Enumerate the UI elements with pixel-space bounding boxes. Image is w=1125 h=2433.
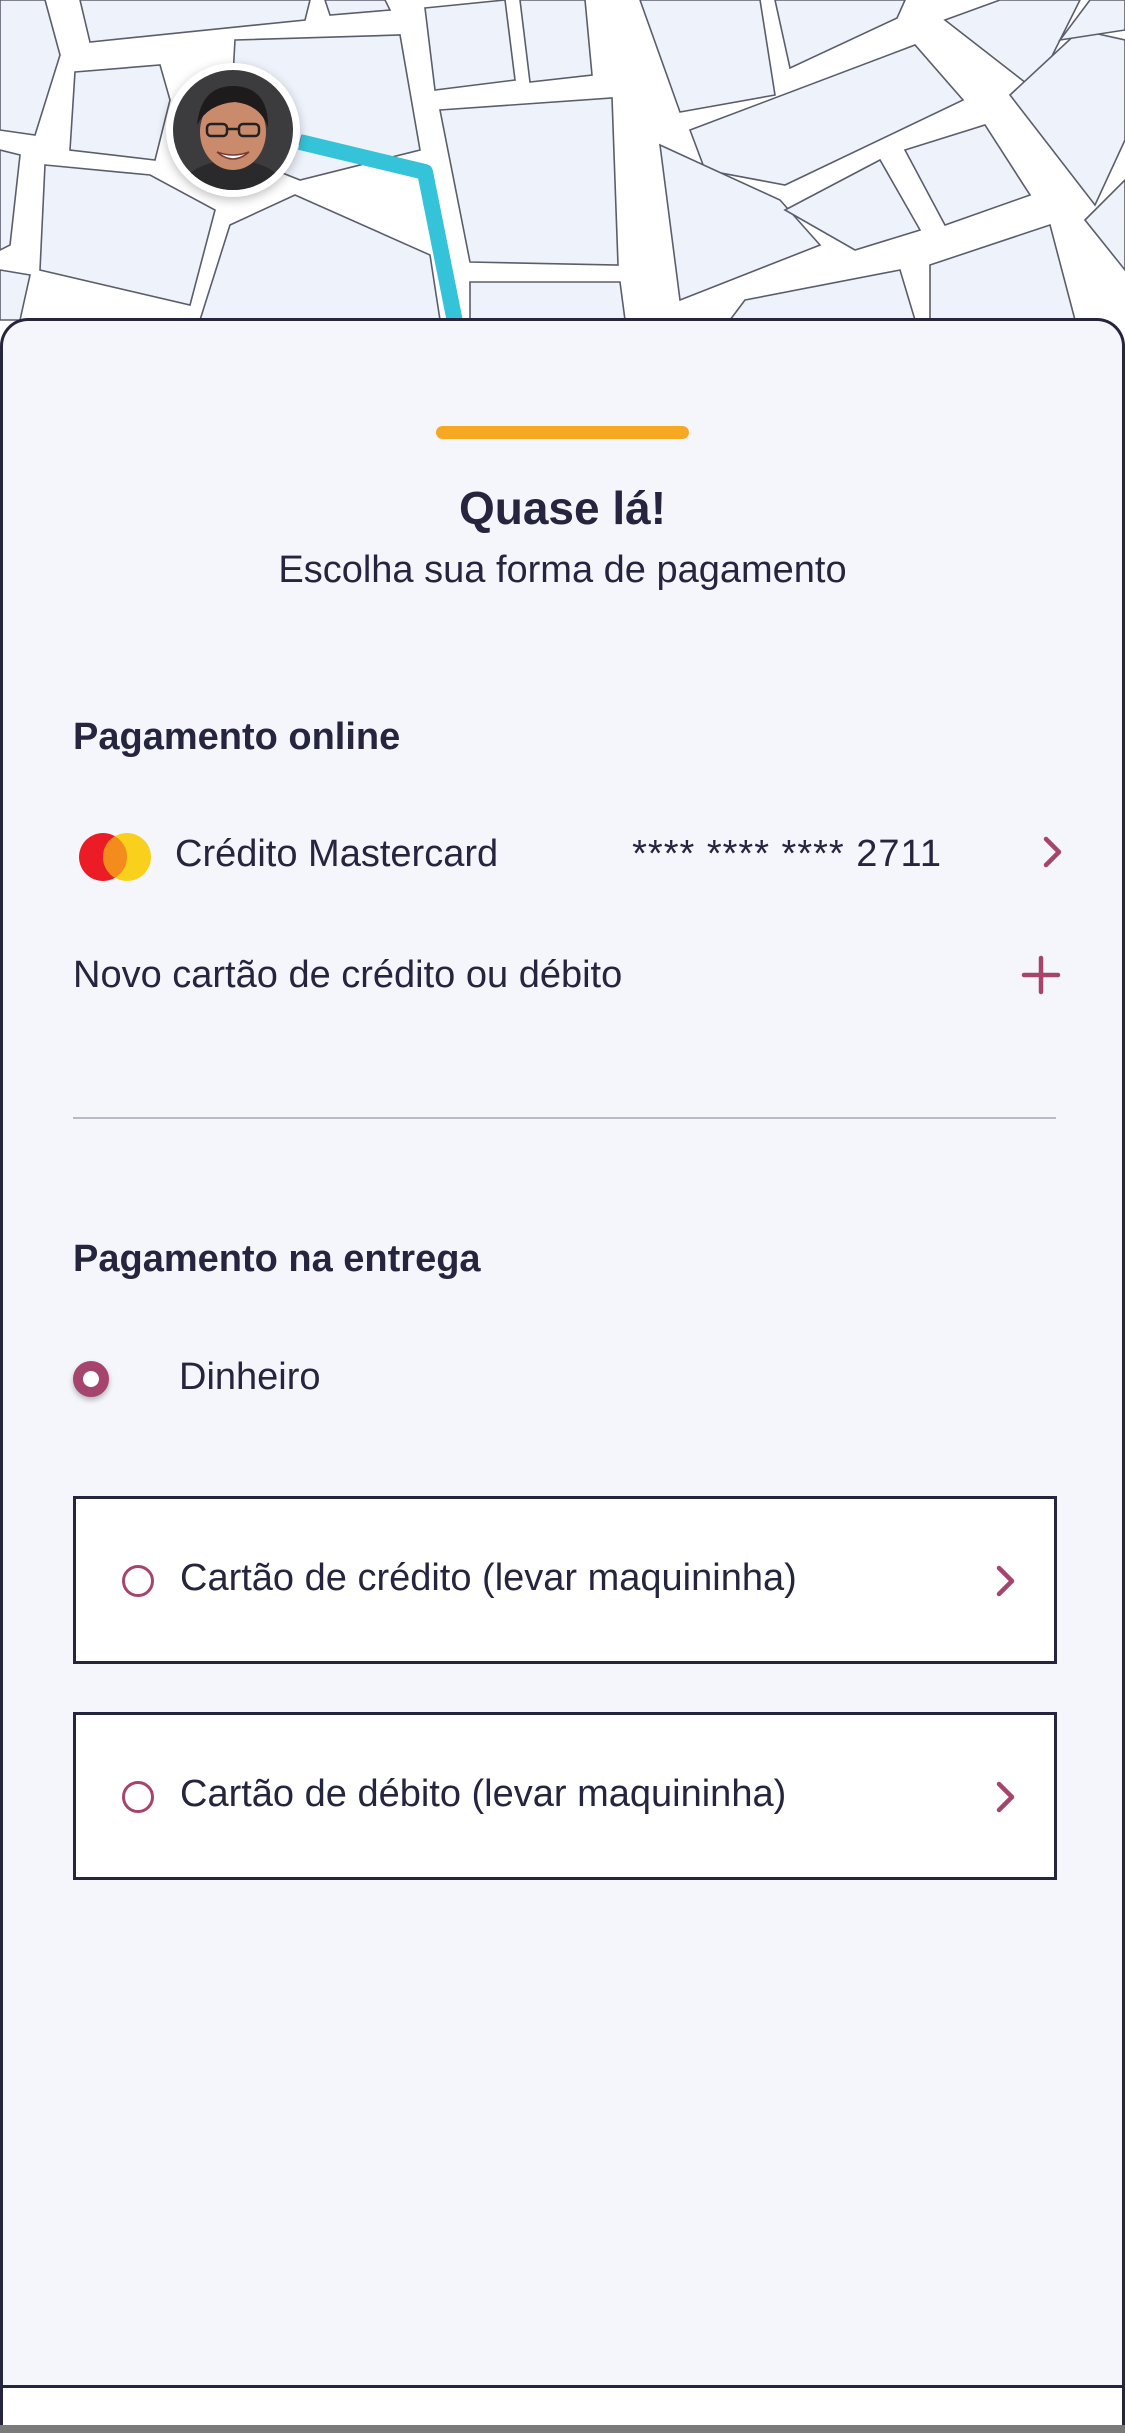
saved-card-label: Crédito Mastercard <box>175 833 499 875</box>
driver-avatar[interactable] <box>166 63 300 197</box>
section-divider <box>73 1117 1056 1119</box>
mastercard-logo-icon <box>79 833 151 881</box>
payment-option-debit-card[interactable]: Cartão de débito (levar maquininha) <box>73 1712 1057 1880</box>
radio-unselected-icon[interactable] <box>122 1565 154 1597</box>
delivery-payment-title: Pagamento na entrega <box>73 1238 481 1280</box>
saved-card-number: **** **** **** 2711 <box>632 833 942 875</box>
chevron-right-icon[interactable] <box>993 1564 1019 1598</box>
online-payment-title: Pagamento online <box>73 716 401 758</box>
payment-option-credit-card[interactable]: Cartão de crédito (levar maquininha) <box>73 1496 1057 1664</box>
new-card-label: Novo cartão de crédito ou débito <box>73 954 623 996</box>
sheet-subtitle: Escolha sua forma de pagamento <box>278 549 847 591</box>
chevron-right-icon[interactable] <box>1040 835 1066 869</box>
radio-selected-icon[interactable] <box>73 1361 109 1397</box>
radio-unselected-icon[interactable] <box>122 1781 154 1813</box>
chevron-right-icon[interactable] <box>993 1780 1019 1814</box>
sheet-drag-handle[interactable] <box>436 426 689 439</box>
option-label: Cartão de crédito (levar maquininha) <box>180 1557 797 1599</box>
plus-icon[interactable] <box>1021 955 1061 995</box>
sheet-title: Quase lá! <box>458 482 667 534</box>
map-view[interactable] <box>0 0 1125 360</box>
payment-bottom-sheet: Quase lá! Escolha sua forma de pagamento… <box>0 318 1125 2433</box>
option-label: Cartão de débito (levar maquininha) <box>180 1773 787 1815</box>
map-streets <box>0 0 1125 331</box>
person-photo-icon <box>173 70 293 190</box>
home-indicator-strip <box>0 2425 1125 2433</box>
option-label: Dinheiro <box>179 1356 321 1398</box>
